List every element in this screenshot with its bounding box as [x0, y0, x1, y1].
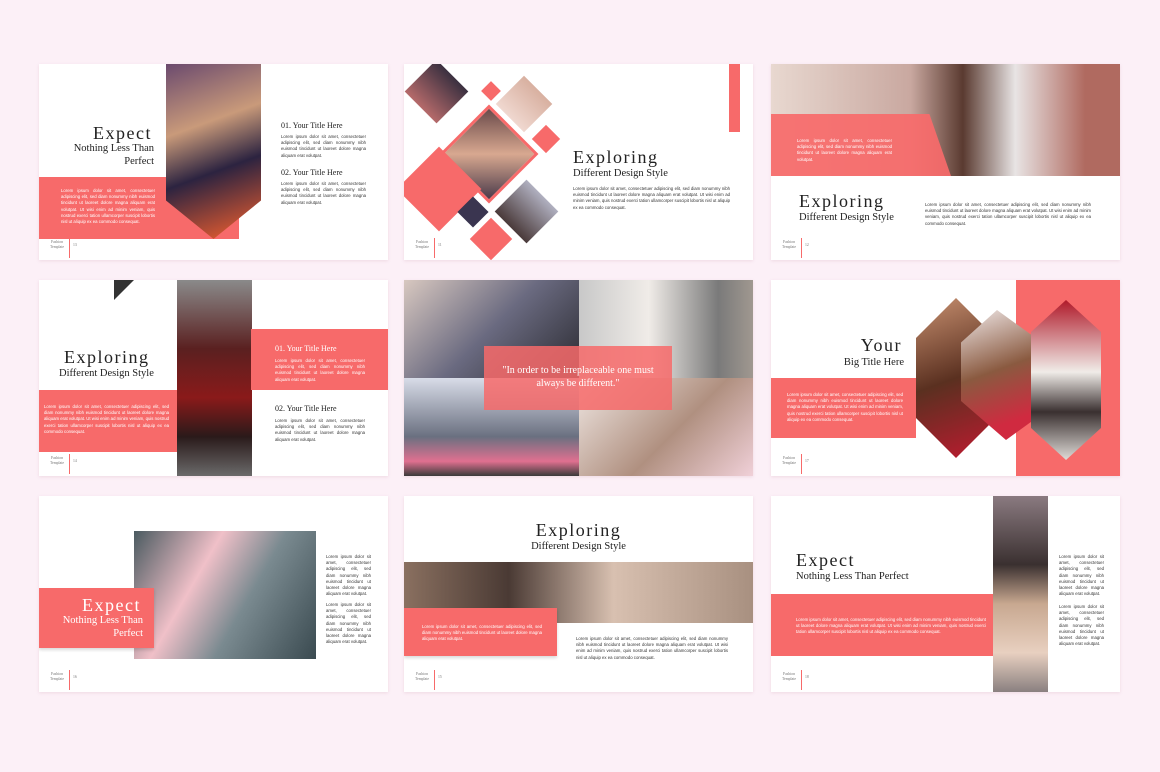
item-text-1: Lorem ipsum dolor sit amet, consectetuer…: [281, 134, 366, 158]
slide-subtitle: Different Design Style: [573, 168, 668, 179]
item-title-1: 01. Your Title Here: [275, 344, 337, 353]
triangle-decoration: [114, 280, 134, 300]
footer-label: Fashion Template: [49, 672, 65, 681]
slide-title: Exploring: [573, 147, 659, 167]
slide-1[interactable]: Expect Nothing Less Than Perfect Lorem i…: [39, 64, 388, 260]
slide-title: Expect: [796, 550, 855, 570]
footer-divider: [69, 670, 70, 690]
body-text-1: Lorem ipsum dolor sit amet, consectetuer…: [326, 554, 371, 597]
accent-bar: [729, 64, 740, 132]
slide-subtitle: Different Design Style: [799, 212, 894, 223]
footer-divider: [801, 454, 802, 474]
slide-4[interactable]: Exploring Different Design Style Lorem i…: [39, 280, 388, 476]
footer-label: Fashion Template: [781, 240, 797, 249]
body-text: Lorem ipsum dolor sit amet, consectetuer…: [797, 138, 892, 162]
footer-label: Fashion Template: [414, 240, 430, 249]
page-number: 17: [805, 459, 809, 463]
item-title-2: 02. Your Title Here: [281, 168, 343, 177]
footer-divider: [434, 238, 435, 258]
page-number: 18: [805, 675, 809, 679]
item-text-2: Lorem ipsum dolor sit amet, consectetuer…: [275, 418, 365, 442]
slide-title: Exploring: [799, 191, 885, 211]
page-number: 12: [805, 243, 809, 247]
body-text-2: Lorem ipsum dolor sit amet, consectetuer…: [576, 636, 728, 660]
slide-subtitle: Different Design Style: [59, 368, 154, 379]
slide-title: Expect: [93, 123, 152, 143]
footer-label: Fashion Template: [414, 672, 430, 681]
footer-divider: [69, 238, 70, 258]
body-text: Lorem ipsum dolor sit amet, consectetuer…: [61, 188, 155, 225]
body-text-2: Lorem ipsum dolor sit amet, consectetuer…: [326, 602, 371, 645]
accent-diamond: [531, 124, 561, 154]
body-text: Lorem ipsum dolor sit amet, consectetuer…: [422, 624, 542, 642]
footer-divider: [434, 670, 435, 690]
slide-title: Exploring: [535, 520, 622, 540]
page-number: 13: [73, 243, 77, 247]
body-text-1: Lorem ipsum dolor sit amet, consectetuer…: [1059, 554, 1104, 597]
photo-hexagon: [1031, 300, 1101, 460]
footer-divider: [801, 670, 802, 690]
page-number: 14: [73, 459, 77, 463]
body-text-2: Lorem ipsum dolor sit amet, consectetuer…: [925, 202, 1091, 226]
body-text: Lorem ipsum dolor sit amet, consectetuer…: [44, 404, 169, 434]
body-text: Lorem ipsum dolor sit amet, consectetuer…: [796, 617, 986, 635]
page-number: 11: [438, 243, 442, 247]
slide-8[interactable]: Exploring Different Design Style Lorem i…: [404, 496, 753, 692]
photo-diamond: [404, 64, 469, 124]
slide-9[interactable]: Expect Nothing Less Than Perfect Lorem i…: [771, 496, 1120, 692]
page-number: 16: [73, 675, 77, 679]
slide-5[interactable]: "In order to be irreplaceable one must a…: [404, 280, 753, 476]
quote-text: "In order to be irreplaceable one must a…: [502, 365, 654, 389]
body-text: Lorem ipsum dolor sit amet, consectetuer…: [573, 186, 730, 210]
slide-subtitle: Nothing Less Than Perfect: [73, 143, 154, 168]
slide-title: Exploring: [64, 347, 150, 367]
slide-title: Your: [860, 335, 902, 355]
page-number: 15: [438, 675, 442, 679]
footer-label: Fashion Template: [49, 240, 65, 249]
accent-diamond: [481, 81, 501, 101]
girl-photo: [177, 280, 252, 476]
item-title-2: 02. Your Title Here: [275, 404, 337, 413]
slide-subtitle: Nothing Less Than Perfect: [62, 615, 143, 640]
slide-7[interactable]: Expect Nothing Less Than Perfect Lorem i…: [39, 496, 388, 692]
slide-subtitle: Different Design Style: [531, 541, 626, 552]
slide-title: Expect: [82, 595, 141, 615]
footer-divider: [801, 238, 802, 258]
slide-2[interactable]: Exploring Different Design Style Lorem i…: [404, 64, 753, 260]
footer-label: Fashion Template: [781, 456, 797, 465]
footer-divider: [69, 454, 70, 474]
item-title-1: 01. Your Title Here: [281, 121, 343, 130]
slide-subtitle: Big Title Here: [843, 357, 904, 368]
woman-photo: [993, 496, 1048, 692]
body-text: Lorem ipsum dolor sit amet, consectetuer…: [787, 392, 903, 422]
body-text-2: Lorem ipsum dolor sit amet, consectetuer…: [1059, 604, 1104, 647]
slide-subtitle: Nothing Less Than Perfect: [796, 571, 909, 582]
footer-label: Fashion Template: [49, 456, 65, 465]
item-text-1: Lorem ipsum dolor sit amet, consectetuer…: [275, 358, 365, 382]
slide-6[interactable]: Your Big Title Here Lorem ipsum dolor si…: [771, 280, 1120, 476]
girl-lying-photo: [134, 531, 316, 659]
item-text-2: Lorem ipsum dolor sit amet, consectetuer…: [281, 181, 366, 205]
slide-3[interactable]: Lorem ipsum dolor sit amet, consectetuer…: [771, 64, 1120, 260]
footer-label: Fashion Template: [781, 672, 797, 681]
